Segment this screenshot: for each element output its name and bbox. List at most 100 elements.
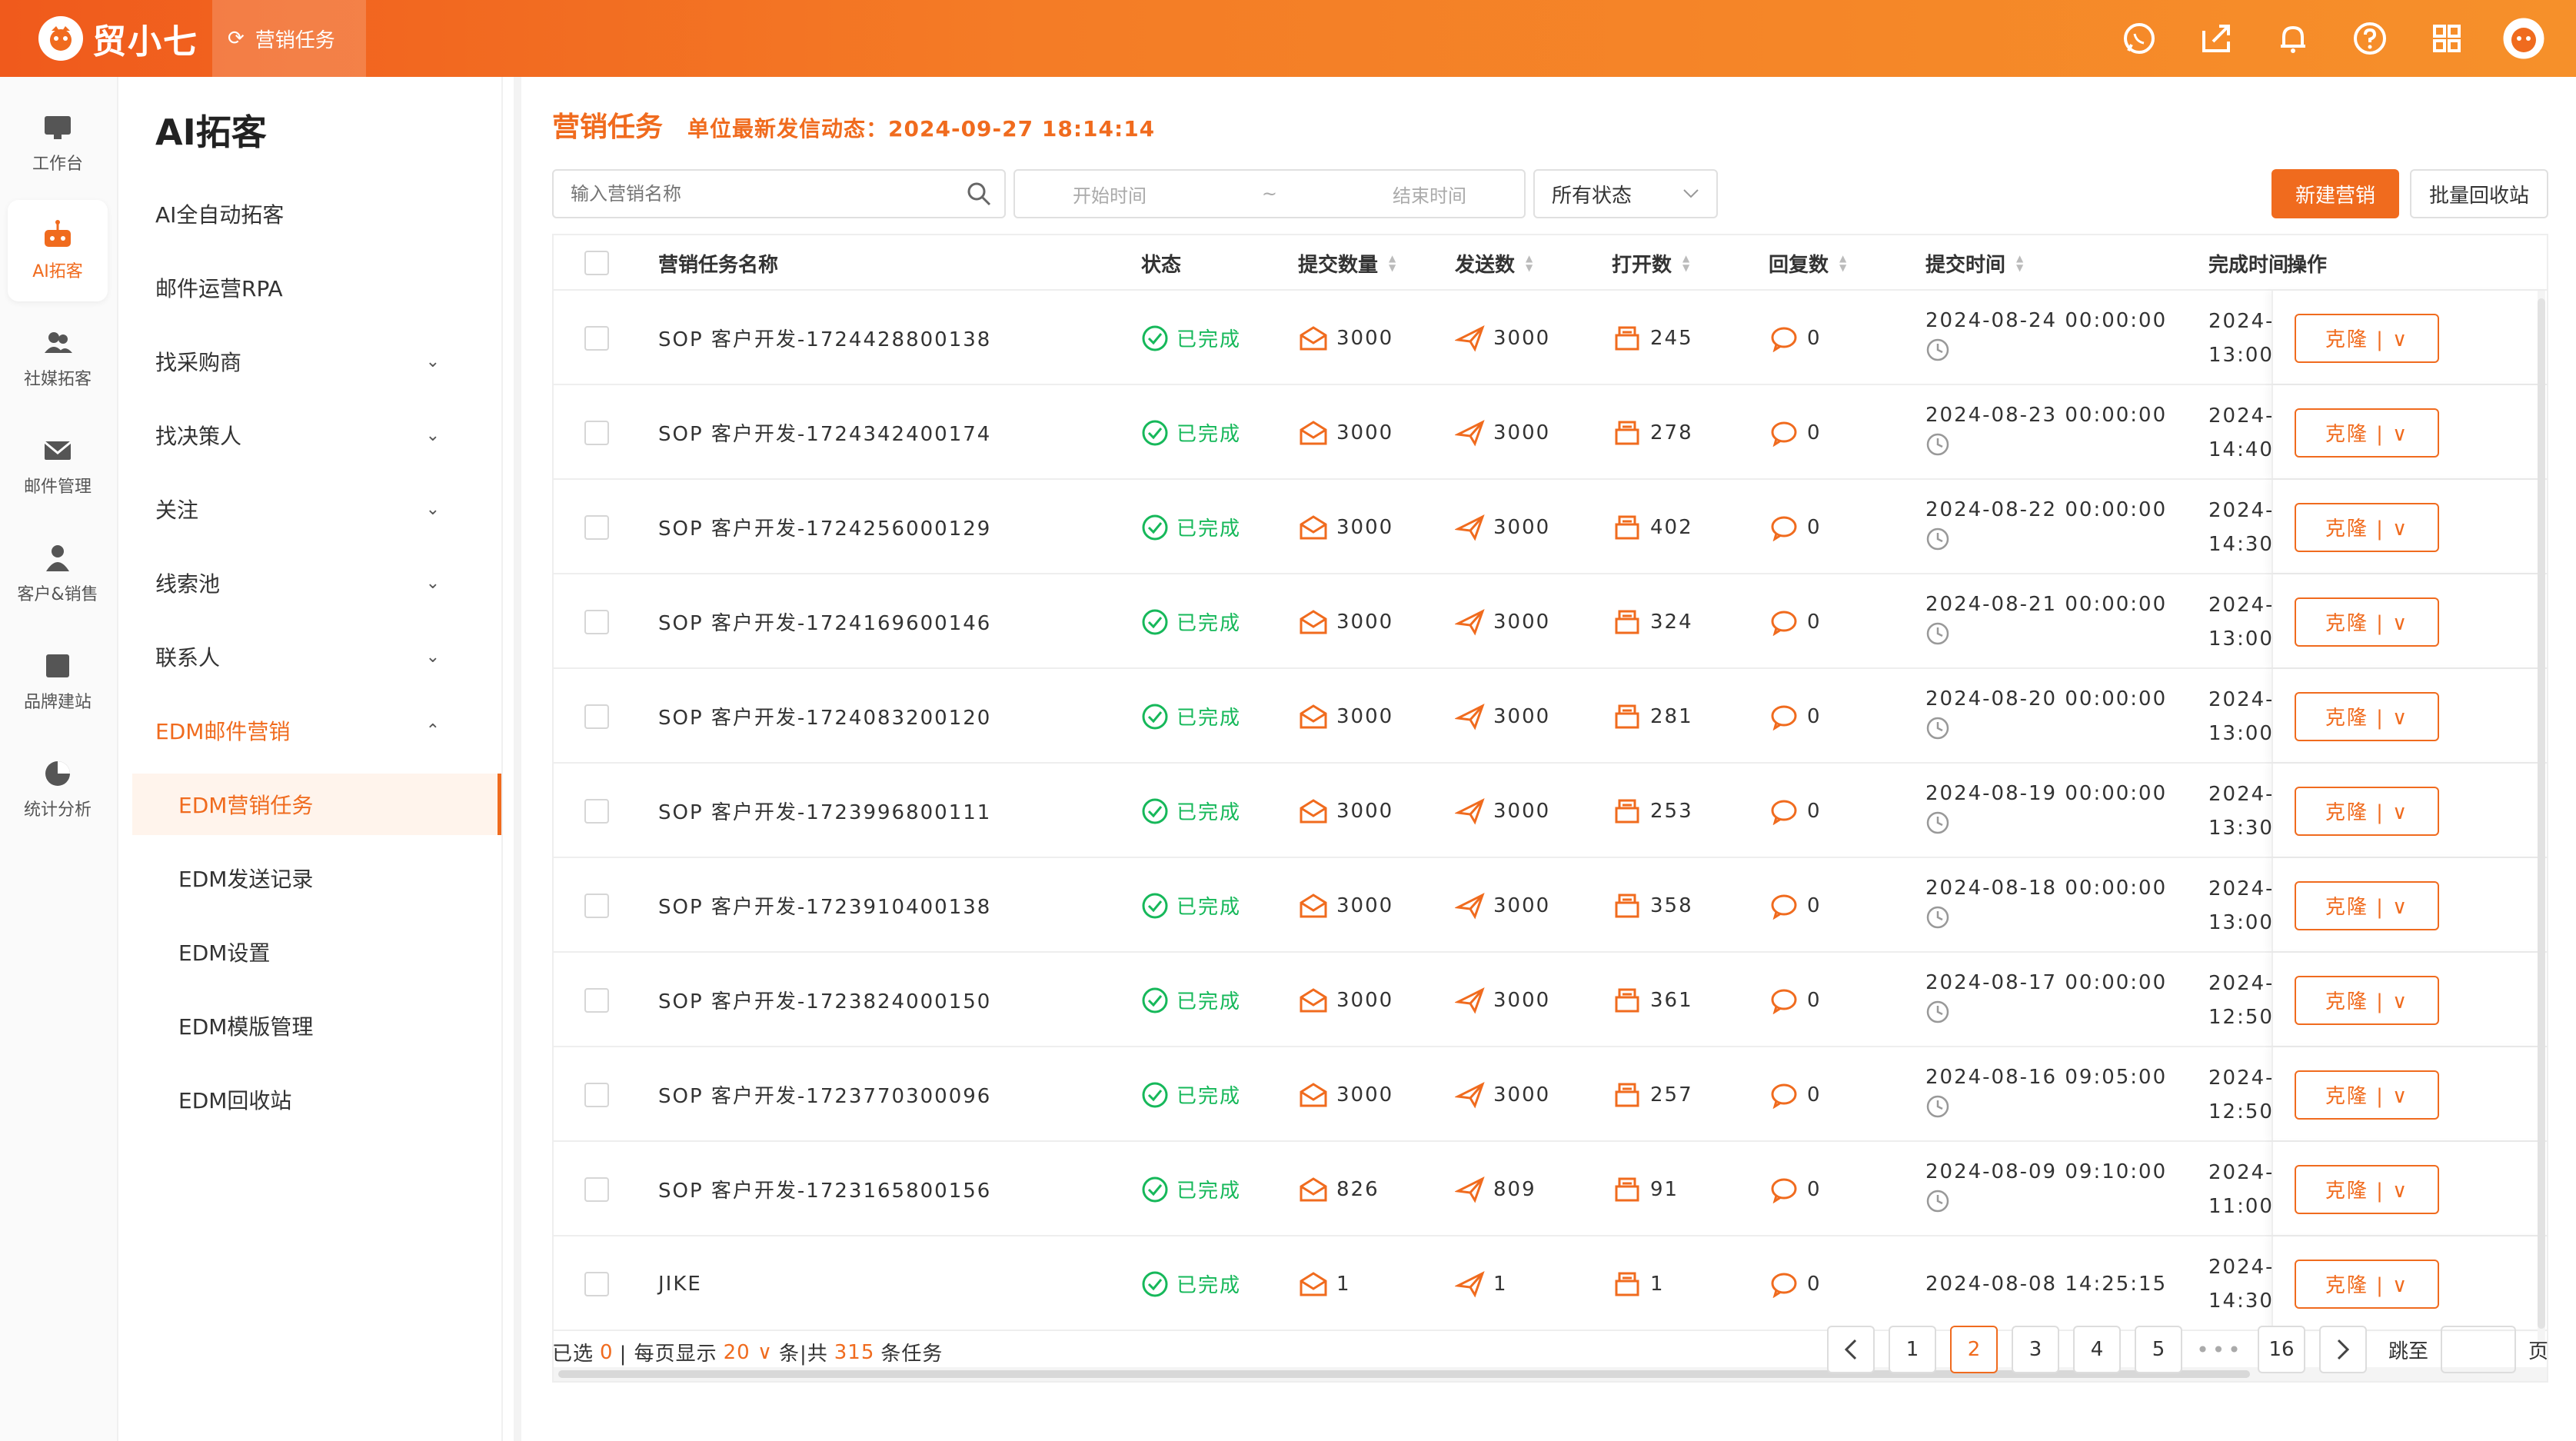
batch-recycle-button[interactable]: 批量回收站: [2410, 169, 2548, 218]
cell-name[interactable]: SOP 客户开发-1724428800138: [658, 291, 991, 385]
table-row[interactable]: SOP 客户开发-1723770300096 已完成 3000 3000 257…: [554, 1047, 2547, 1142]
new-campaign-button[interactable]: 新建营销: [2271, 169, 2399, 218]
table-row[interactable]: SOP 客户开发-1723824000150 已完成 3000 3000 361…: [554, 953, 2547, 1047]
row-checkbox[interactable]: [584, 325, 609, 351]
scroll-thumb[interactable]: [2538, 298, 2545, 1329]
sub-item-edm-recycle[interactable]: EDM回收站: [132, 1069, 501, 1130]
tab-marketing-tasks[interactable]: ⟳ 营销任务: [212, 0, 366, 77]
panel-divider[interactable]: [514, 77, 521, 1441]
bell-icon[interactable]: [2271, 17, 2315, 60]
task-name[interactable]: SOP 客户开发-1723165800156: [658, 1175, 991, 1203]
search-box[interactable]: [552, 169, 1006, 218]
clone-button[interactable]: 克隆 | ∨: [2295, 597, 2439, 647]
clone-button[interactable]: 克隆 | ∨: [2295, 1259, 2439, 1309]
sub-item-edm-templates[interactable]: EDM模版管理: [132, 995, 501, 1057]
sort-icon[interactable]: ▲ ▼: [1526, 254, 1533, 272]
page-button-2[interactable]: 2: [1950, 1326, 1998, 1373]
help-icon[interactable]: [2348, 17, 2391, 60]
row-checkbox[interactable]: [584, 420, 609, 445]
task-name[interactable]: SOP 客户开发-1724342400174: [658, 418, 991, 447]
row-checkbox[interactable]: [584, 893, 609, 918]
next-page-button[interactable]: [2319, 1326, 2367, 1373]
start-date-input[interactable]: 开始时间: [1073, 181, 1147, 208]
brand[interactable]: 贸小七: [38, 14, 198, 63]
table-row[interactable]: SOP 客户开发-1724342400174 已完成 3000 3000 278…: [554, 385, 2547, 480]
vertical-scrollbar[interactable]: [2538, 291, 2545, 1352]
row-checkbox[interactable]: [584, 987, 609, 1013]
clone-button[interactable]: 克隆 | ∨: [2295, 786, 2439, 836]
task-name[interactable]: SOP 客户开发-1724083200120: [658, 702, 991, 730]
menu-item-mail-rpa[interactable]: 邮件运营RPA: [155, 257, 463, 318]
cell-name[interactable]: SOP 客户开发-1724169600146: [658, 574, 991, 669]
page-ellipsis[interactable]: •••: [2196, 1337, 2244, 1363]
per-page-select[interactable]: 20 ∨: [724, 1341, 773, 1364]
task-name[interactable]: SOP 客户开发-1724256000129: [658, 513, 991, 541]
task-name[interactable]: SOP 客户开发-1723996800111: [658, 797, 991, 825]
row-checkbox[interactable]: [584, 1271, 609, 1296]
menu-item-auto-prospect[interactable]: AI全自动拓客: [155, 183, 463, 245]
task-name[interactable]: JIKE: [658, 1273, 702, 1296]
sub-item-edm-settings[interactable]: EDM设置: [132, 921, 501, 983]
task-name[interactable]: SOP 客户开发-1724428800138: [658, 324, 991, 352]
page-button-5[interactable]: 5: [2135, 1326, 2182, 1373]
table-row[interactable]: SOP 客户开发-1724083200120 已完成 3000 3000 281…: [554, 669, 2547, 764]
cell-name[interactable]: JIKE: [658, 1236, 702, 1331]
clone-button[interactable]: 克隆 | ∨: [2295, 880, 2439, 930]
table-row[interactable]: JIKE 已完成 1 1 1 0 2024-08-08 14:25:15 202…: [554, 1236, 2547, 1331]
clone-button[interactable]: 克隆 | ∨: [2295, 313, 2439, 363]
refresh-icon[interactable]: ⟳: [228, 27, 245, 50]
rail-item-social[interactable]: 社媒拓客: [8, 308, 108, 409]
header-replied[interactable]: 回复数 ▲ ▼: [1769, 235, 1846, 291]
cell-name[interactable]: SOP 客户开发-1723910400138: [658, 858, 991, 953]
sort-icon[interactable]: ▲ ▼: [1389, 254, 1396, 272]
clone-button[interactable]: 克隆 | ∨: [2295, 1164, 2439, 1214]
sort-icon[interactable]: ▲ ▼: [2016, 254, 2023, 272]
cell-name[interactable]: SOP 客户开发-1724083200120: [658, 669, 991, 764]
status-select[interactable]: 所有状态: [1533, 169, 1718, 218]
page-button-1[interactable]: 1: [1889, 1326, 1936, 1373]
menu-item-find-buyers[interactable]: 找采购商 ⌄: [155, 331, 463, 392]
header-submitted[interactable]: 提交数量 ▲ ▼: [1298, 235, 1396, 291]
sub-item-edm-tasks[interactable]: EDM营销任务: [132, 774, 501, 835]
page-button-3[interactable]: 3: [2012, 1326, 2059, 1373]
row-checkbox[interactable]: [584, 609, 609, 634]
row-checkbox[interactable]: [584, 1082, 609, 1107]
cell-name[interactable]: SOP 客户开发-1723770300096: [658, 1047, 991, 1142]
share-icon[interactable]: [2195, 17, 2238, 60]
clone-button[interactable]: 克隆 | ∨: [2295, 1070, 2439, 1120]
menu-item-edm[interactable]: EDM邮件营销 ⌃: [155, 700, 463, 761]
table-row[interactable]: SOP 客户开发-1723996800111 已完成 3000 3000 253…: [554, 764, 2547, 858]
end-date-input[interactable]: 结束时间: [1393, 181, 1466, 208]
row-checkbox[interactable]: [584, 798, 609, 824]
table-row[interactable]: SOP 客户开发-1724428800138 已完成 3000 3000 245…: [554, 291, 2547, 385]
sort-icon[interactable]: ▲ ▼: [1839, 254, 1846, 272]
menu-item-contacts[interactable]: 联系人 ⌄: [155, 626, 463, 687]
date-range-picker[interactable]: 开始时间 ~ 结束时间: [1013, 169, 1526, 218]
prev-page-button[interactable]: [1827, 1326, 1875, 1373]
table-row[interactable]: SOP 客户开发-1723910400138 已完成 3000 3000 358…: [554, 858, 2547, 953]
search-input[interactable]: [571, 183, 940, 205]
row-checkbox[interactable]: [584, 1176, 609, 1202]
row-checkbox[interactable]: [584, 514, 609, 540]
sort-icon[interactable]: ▲ ▼: [1682, 254, 1689, 272]
cell-name[interactable]: SOP 客户开发-1724342400174: [658, 385, 991, 480]
avatar[interactable]: [2502, 17, 2545, 60]
rail-item-site[interactable]: 品牌建站: [8, 631, 108, 732]
table-row[interactable]: SOP 客户开发-1723165800156 已完成 826 809 91 0 …: [554, 1142, 2547, 1236]
header-opened[interactable]: 打开数 ▲ ▼: [1612, 235, 1689, 291]
cell-name[interactable]: SOP 客户开发-1723824000150: [658, 953, 991, 1047]
rail-item-customers[interactable]: 客户&销售: [8, 523, 108, 624]
apps-icon[interactable]: [2425, 17, 2468, 60]
sub-item-edm-records[interactable]: EDM发送记录: [132, 847, 501, 909]
clone-button[interactable]: 克隆 | ∨: [2295, 691, 2439, 741]
cell-name[interactable]: SOP 客户开发-1723165800156: [658, 1142, 991, 1236]
cell-name[interactable]: SOP 客户开发-1723996800111: [658, 764, 991, 858]
whatsapp-icon[interactable]: [2118, 17, 2161, 60]
menu-item-lead-pool[interactable]: 线索池 ⌄: [155, 552, 463, 614]
page-button-16[interactable]: 16: [2258, 1326, 2305, 1373]
rail-item-ai-prospecting[interactable]: AI拓客: [8, 200, 108, 301]
page-button-4[interactable]: 4: [2073, 1326, 2121, 1373]
menu-item-decision-makers[interactable]: 找决策人 ⌄: [155, 404, 463, 466]
clone-button[interactable]: 克隆 | ∨: [2295, 502, 2439, 552]
rail-item-stats[interactable]: 统计分析: [8, 738, 108, 840]
